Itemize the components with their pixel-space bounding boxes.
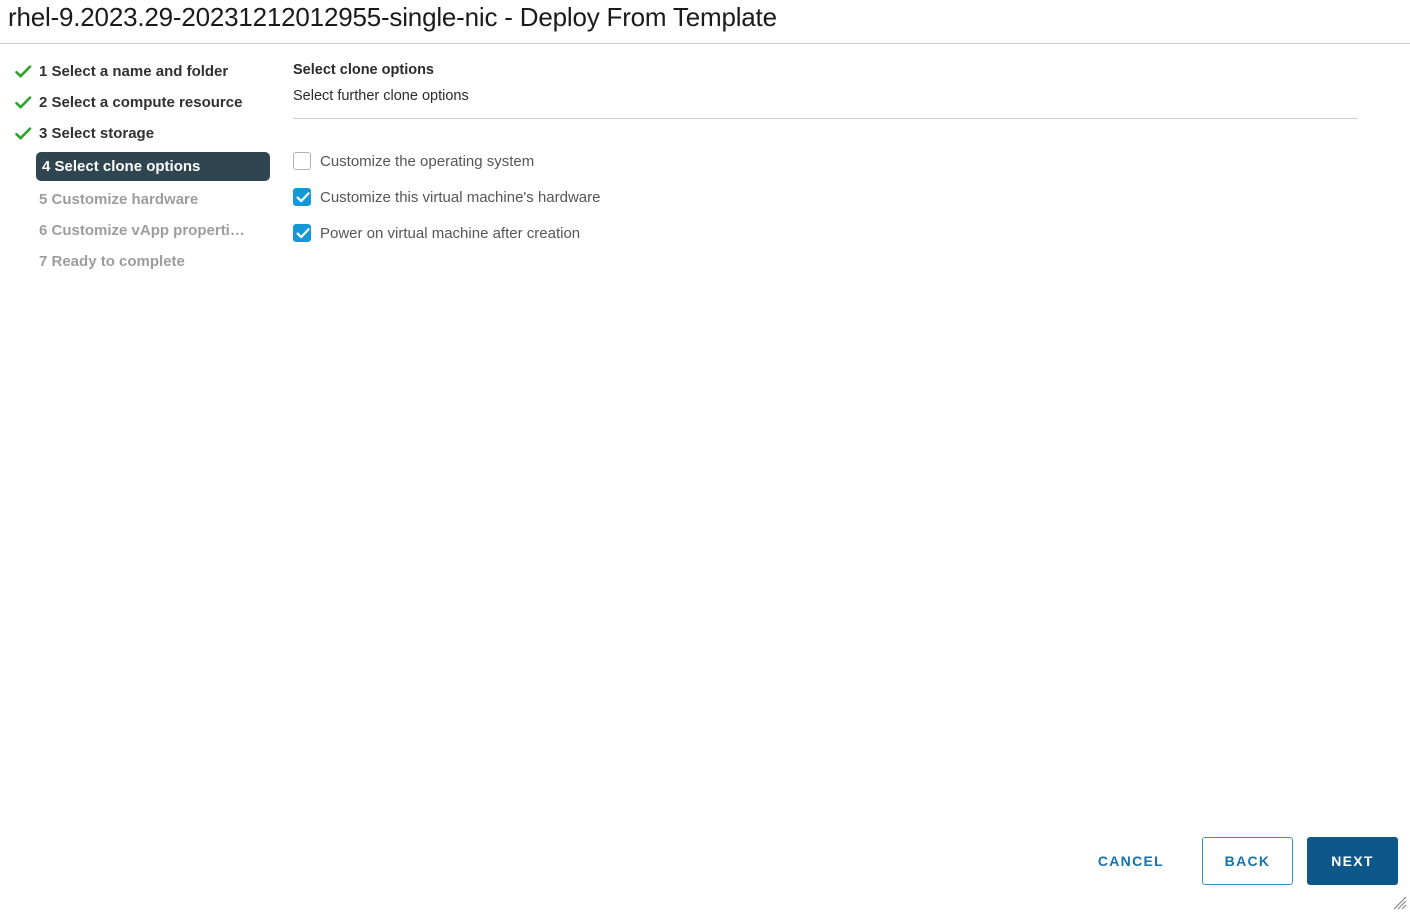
content-divider: [293, 118, 1358, 119]
wizard-step-list: 1 Select a name and folder 2 Select a co…: [0, 56, 285, 277]
back-button[interactable]: Back: [1202, 837, 1293, 885]
title-divider: [0, 43, 1410, 44]
sidebar-item-select-storage[interactable]: 3 Select storage: [0, 118, 285, 149]
content-heading: Select clone options: [293, 62, 434, 78]
option-row-customize-os[interactable]: Customize the operating system: [293, 143, 1358, 179]
sidebar-item-label: 5 Customize hardware: [39, 191, 199, 208]
sidebar-item-select-a-compute-resource[interactable]: 2 Select a compute resource: [0, 87, 285, 118]
checkbox-customize-operating-system[interactable]: [293, 152, 311, 170]
option-label: Customize this virtual machine's hardwar…: [320, 188, 601, 206]
sidebar-item-customize-vapp-properties[interactable]: 6 Customize vApp properti…: [0, 215, 285, 246]
content-subheading: Select further clone options: [293, 88, 469, 104]
footer-actions: Cancel Back Next: [1074, 837, 1398, 885]
sidebar-item-customize-hardware[interactable]: 5 Customize hardware: [0, 184, 285, 215]
content-pane: Select clone options Select further clon…: [293, 60, 1358, 251]
option-label: Power on virtual machine after creation: [320, 224, 581, 242]
checkbox-customize-vm-hardware[interactable]: [293, 188, 311, 206]
check-icon: [14, 126, 34, 141]
sidebar-item-label: 2 Select a compute resource: [39, 94, 243, 111]
clone-options-group: Customize the operating system Customize…: [293, 143, 1358, 251]
sidebar-item-label: 6 Customize vApp properti…: [39, 222, 245, 239]
checkbox-power-on-after-creation[interactable]: [293, 224, 311, 242]
sidebar-item-select-clone-options[interactable]: 4 Select clone options: [0, 149, 285, 184]
check-icon: [14, 64, 34, 79]
sidebar-item-label: 4 Select clone options: [42, 158, 201, 175]
cancel-button[interactable]: Cancel: [1074, 837, 1188, 885]
page-title: rhel-9.2023.29-20231212012955-single-nic…: [8, 2, 777, 32]
option-row-customize-hardware[interactable]: Customize this virtual machine's hardwar…: [293, 179, 1358, 215]
option-label: Customize the operating system: [320, 152, 535, 170]
resize-grip-handle[interactable]: [1393, 896, 1407, 910]
next-button[interactable]: Next: [1307, 837, 1398, 885]
sidebar-item-ready-to-complete[interactable]: 7 Ready to complete: [0, 246, 285, 277]
sidebar-item-label: 7 Ready to complete: [39, 253, 185, 270]
check-icon: [14, 95, 34, 110]
option-row-power-on-after-creation[interactable]: Power on virtual machine after creation: [293, 215, 1358, 251]
sidebar-item-label: 3 Select storage: [39, 125, 155, 142]
active-step-pill: 4 Select clone options: [36, 152, 270, 181]
sidebar-item-label: 1 Select a name and folder: [39, 63, 229, 80]
sidebar-item-select-name-and-folder[interactable]: 1 Select a name and folder: [0, 56, 285, 87]
